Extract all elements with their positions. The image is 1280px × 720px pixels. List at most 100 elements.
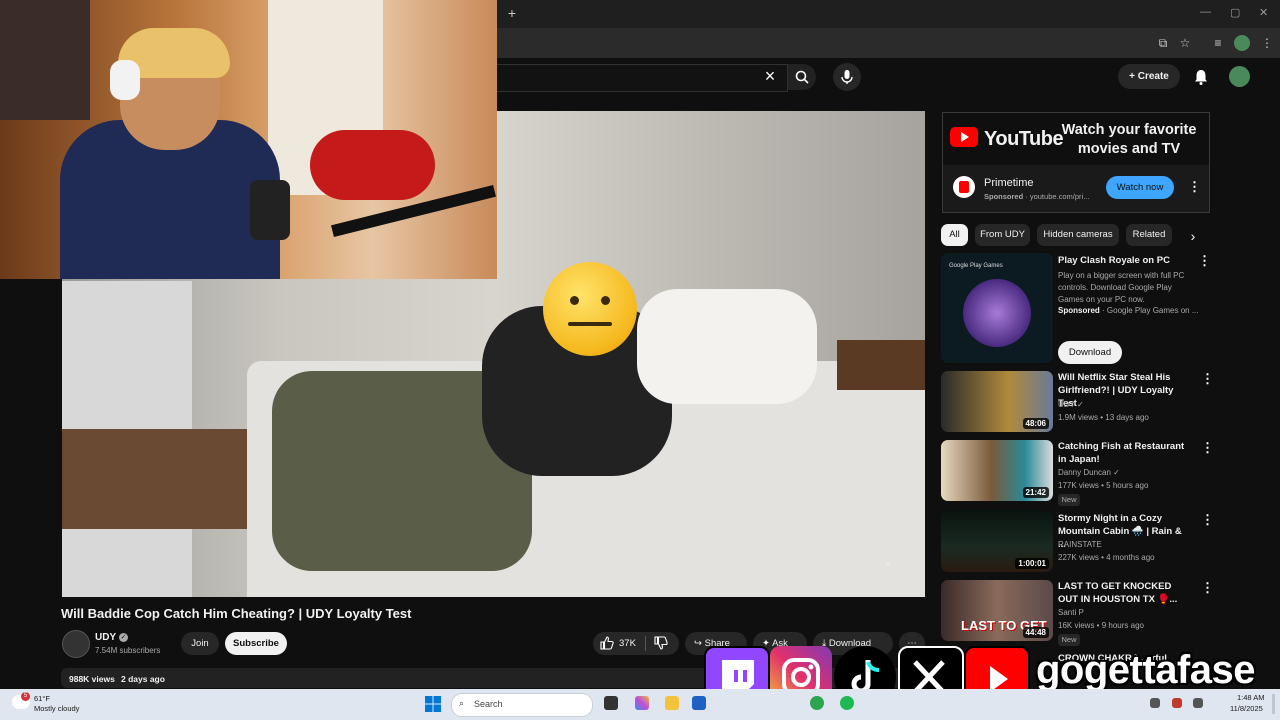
related-meta: 1.9M views • 13 days ago bbox=[1058, 413, 1149, 422]
like-icon[interactable] bbox=[600, 636, 614, 650]
taskbar-search-icon: ⌕ bbox=[459, 698, 465, 708]
weather-description[interactable]: Mostly cloudy bbox=[34, 704, 79, 713]
clock-time[interactable]: 1:48 AM bbox=[1237, 693, 1265, 702]
sponsored-label: Sponsored bbox=[1058, 306, 1100, 315]
subscribe-button[interactable]: Subscribe bbox=[225, 632, 287, 655]
related-thumbnail[interactable]: 21:42 bbox=[941, 440, 1053, 501]
task-view-icon[interactable] bbox=[604, 696, 618, 710]
account-avatar[interactable] bbox=[1229, 66, 1250, 87]
sponsored-thumbnail[interactable]: Google Play Games bbox=[941, 253, 1053, 363]
profile-icon[interactable] bbox=[1234, 35, 1250, 51]
search-button[interactable] bbox=[788, 64, 816, 90]
advertiser-name: · Google Play Games on ... bbox=[1102, 306, 1199, 315]
new-badge: New bbox=[1058, 634, 1080, 646]
sponsored-label: Sponsored bbox=[984, 192, 1024, 201]
bookmark-star-icon[interactable]: ☆ bbox=[1177, 35, 1193, 51]
duration-badge: 48:06 bbox=[1022, 418, 1049, 429]
channel-name: UDY bbox=[1058, 400, 1075, 409]
new-badge: New bbox=[1058, 494, 1080, 506]
related-menu-icon[interactable]: ⋮ bbox=[1201, 372, 1214, 386]
outlook-icon[interactable] bbox=[692, 696, 706, 710]
view-count: 988K views bbox=[69, 674, 115, 684]
clear-search-icon[interactable]: × bbox=[762, 67, 778, 85]
create-label: Create bbox=[1137, 71, 1169, 82]
duration-badge: 21:42 bbox=[1022, 487, 1049, 498]
tray-app-icon[interactable] bbox=[1172, 698, 1182, 708]
copilot-icon[interactable] bbox=[635, 696, 649, 710]
related-thumbnail[interactable]: 1:00:01 bbox=[941, 511, 1053, 572]
watch-now-button[interactable]: Watch now bbox=[1106, 176, 1174, 199]
browser-menu-icon[interactable]: ⋮ bbox=[1259, 35, 1275, 51]
related-channel[interactable]: Santi P bbox=[1058, 608, 1084, 617]
related-thumbnail[interactable]: 48:06 bbox=[941, 371, 1053, 432]
related-menu-icon[interactable]: ⋮ bbox=[1201, 441, 1214, 455]
streamer-handle: gogettafase bbox=[1036, 648, 1256, 692]
chrome-icon[interactable] bbox=[810, 696, 824, 710]
channel-avatar[interactable] bbox=[62, 630, 90, 658]
taskbar-search-box[interactable] bbox=[451, 693, 593, 717]
related-title[interactable]: LAST TO GET KNOCKED OUT IN HOUSTON TX 🥊.… bbox=[1058, 580, 1188, 606]
related-thumbnail[interactable]: LAST TO GET 44:48 bbox=[941, 580, 1053, 641]
related-meta: 177K views • 5 hours ago bbox=[1058, 481, 1149, 490]
chip-related[interactable]: Related bbox=[1126, 224, 1172, 246]
primetime-logo-mark bbox=[959, 181, 969, 193]
cast-icon[interactable]: ⧉ bbox=[1155, 35, 1171, 51]
minimize-icon[interactable]: — bbox=[1200, 6, 1211, 18]
notifications-bell-icon[interactable] bbox=[1192, 68, 1210, 86]
related-meta: 16K views • 9 hours ago bbox=[1058, 621, 1144, 630]
related-channel[interactable]: UDY ✓ bbox=[1058, 400, 1084, 409]
red-roses bbox=[310, 130, 435, 200]
streamer-webcam bbox=[0, 0, 497, 279]
related-title[interactable]: Play Clash Royale on PC bbox=[1058, 254, 1188, 267]
new-tab-icon[interactable]: + bbox=[505, 6, 519, 20]
close-window-icon[interactable]: ✕ bbox=[1259, 6, 1268, 19]
volume-icon[interactable] bbox=[1193, 698, 1203, 708]
dislike-icon[interactable] bbox=[654, 636, 668, 650]
share-icon: ↪ bbox=[694, 638, 705, 649]
voice-search-button[interactable] bbox=[833, 63, 861, 91]
couch-pillow bbox=[637, 289, 817, 404]
spotify-icon[interactable] bbox=[840, 696, 854, 710]
like-count: 37K bbox=[619, 638, 636, 649]
neutral-face-emoji-icon bbox=[543, 262, 637, 356]
chip-all[interactable]: All bbox=[941, 224, 968, 246]
chip-from-udy[interactable]: From UDY bbox=[975, 224, 1030, 246]
maximize-icon[interactable]: ▢ bbox=[1230, 6, 1240, 19]
search-icon bbox=[795, 70, 809, 84]
video-title: Will Baddie Cop Catch Him Cheating? | UD… bbox=[61, 606, 412, 621]
related-channel[interactable]: RAINSTATE bbox=[1058, 540, 1102, 549]
reading-list-icon[interactable]: ≡ bbox=[1210, 35, 1226, 51]
window-curtain bbox=[0, 0, 90, 120]
weather-temperature[interactable]: 61°F bbox=[34, 694, 50, 703]
network-icon[interactable] bbox=[1150, 698, 1160, 708]
search-input[interactable] bbox=[497, 64, 788, 92]
ad-menu-icon[interactable]: ⋮ bbox=[1188, 180, 1201, 194]
related-meta: 227K views • 4 months ago bbox=[1058, 553, 1155, 562]
channel-name[interactable]: UDY bbox=[95, 632, 116, 643]
verified-icon: ✓ bbox=[1113, 468, 1120, 477]
related-channel[interactable]: Danny Duncan ✓ bbox=[1058, 468, 1120, 477]
chip-hidden-cameras[interactable]: Hidden cameras bbox=[1037, 224, 1119, 246]
duration-badge: 1:00:01 bbox=[1015, 558, 1049, 569]
create-button[interactable]: + Create bbox=[1118, 64, 1180, 89]
side-table bbox=[837, 340, 925, 390]
video-watermark: ≋ bbox=[885, 561, 891, 568]
clock-date[interactable]: 11/8/2025 bbox=[1230, 704, 1263, 713]
file-explorer-icon[interactable] bbox=[665, 696, 679, 710]
related-title[interactable]: Catching Fish at Restaurant in Japan! bbox=[1058, 440, 1188, 466]
download-app-button[interactable]: Download bbox=[1058, 341, 1122, 364]
chevron-right-icon[interactable]: › bbox=[1185, 228, 1201, 244]
related-menu-icon[interactable]: ⋮ bbox=[1201, 581, 1214, 595]
headphones bbox=[110, 60, 140, 100]
duration-badge: 44:48 bbox=[1022, 627, 1049, 638]
coffee-table bbox=[62, 429, 274, 529]
show-desktop-button[interactable] bbox=[1272, 694, 1275, 714]
related-menu-icon[interactable]: ⋮ bbox=[1201, 513, 1214, 527]
verified-icon: ✓ bbox=[1076, 400, 1084, 409]
verified-badge-icon: ✓ bbox=[119, 633, 128, 642]
plus-icon: + bbox=[1129, 71, 1138, 82]
related-menu-icon[interactable]: ⋮ bbox=[1198, 254, 1211, 268]
join-button[interactable]: Join bbox=[181, 632, 219, 655]
windows-start-icon[interactable] bbox=[425, 696, 441, 712]
youtube-wordmark: YouTube bbox=[984, 128, 1064, 150]
